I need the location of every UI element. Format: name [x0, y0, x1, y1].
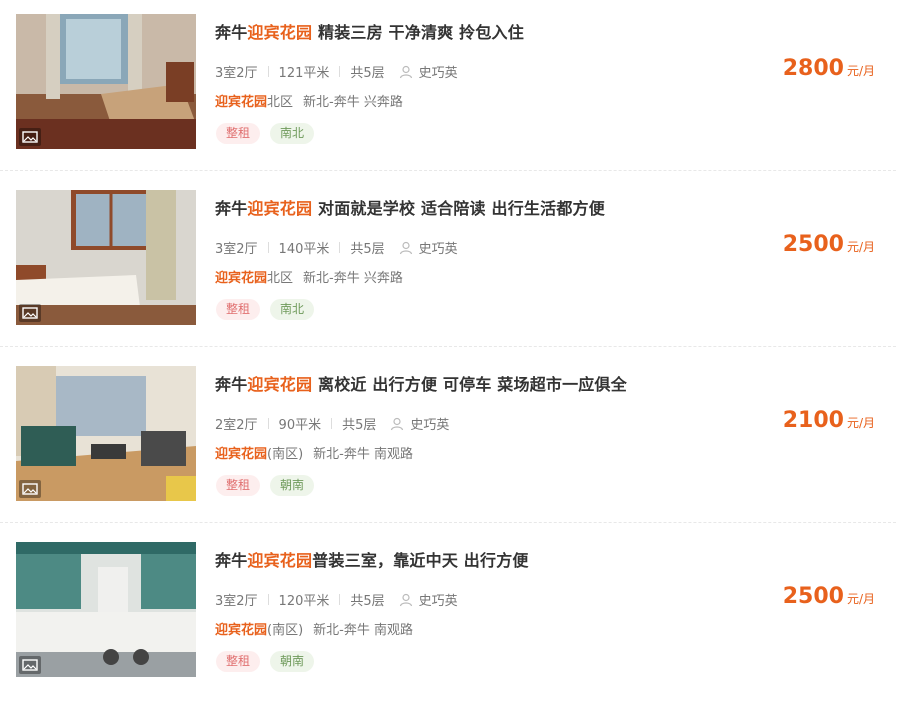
user-icon [390, 417, 404, 431]
listing-meta: 3室2厅 121平米 共5层 史巧英 [215, 62, 458, 81]
listing-address: 迎宾花园北区 新北-奔牛 兴奔路 [215, 95, 403, 110]
listing-title[interactable]: 奔牛迎宾花园 离校近 出行方便 可停车 菜场超市一应俱全 [215, 371, 627, 395]
community-link[interactable]: 迎宾花园 [215, 623, 267, 638]
area: 121平米 [278, 66, 330, 81]
image-icon [19, 480, 41, 498]
agent-name[interactable]: 史巧英 [419, 238, 458, 257]
listing-tags: 整租 南北 [216, 299, 324, 320]
listing-title[interactable]: 奔牛迎宾花园普装三室，靠近中天 出行方便 [215, 547, 529, 571]
listing-price: 2800 元/月 [782, 56, 875, 81]
listing-meta: 3室2厅 140平米 共5层 史巧英 [215, 238, 458, 257]
listing-address: 迎宾花园(南区) 新北-奔牛 南观路 [215, 447, 413, 462]
listing-price: 2500 元/月 [782, 232, 875, 257]
user-icon [399, 65, 413, 79]
divider [0, 170, 896, 171]
rent-type-tag: 整租 [216, 299, 261, 320]
rent-type-tag: 整租 [216, 475, 261, 496]
rent-type-tag: 整租 [216, 123, 261, 144]
listing-title[interactable]: 奔牛迎宾花园 对面就是学校 适合陪读 出行生活都方便 [215, 195, 605, 219]
listing-card[interactable]: 奔牛迎宾花园 离校近 出行方便 可停车 菜场超市一应俱全 2室2厅 90平米 共… [0, 352, 902, 528]
user-icon [399, 593, 413, 607]
community-link[interactable]: 迎宾花园 [215, 271, 267, 286]
listing-tags: 整租 南北 [216, 123, 324, 144]
community-link[interactable]: 迎宾花园 [215, 95, 267, 110]
listing-price: 2500 元/月 [782, 584, 875, 609]
floors: 共5层 [342, 418, 377, 433]
listing-price: 2100 元/月 [782, 408, 875, 433]
community-link[interactable]: 迎宾花园 [215, 447, 267, 462]
rent-type-tag: 整租 [216, 651, 261, 672]
rooms: 2室2厅 [215, 418, 258, 433]
floors: 共5层 [350, 594, 385, 609]
rooms: 3室2厅 [215, 66, 258, 81]
direction-tag: 南北 [270, 299, 315, 320]
direction-tag: 朝南 [270, 475, 315, 496]
listing-meta: 2室2厅 90平米 共5层 史巧英 [215, 414, 449, 433]
floors: 共5层 [350, 66, 385, 81]
listing-tags: 整租 朝南 [216, 651, 324, 672]
direction-tag: 朝南 [270, 651, 315, 672]
rooms: 3室2厅 [215, 594, 258, 609]
divider [0, 522, 896, 523]
agent-name[interactable]: 史巧英 [419, 590, 458, 609]
area: 90平米 [278, 418, 322, 433]
direction-tag: 南北 [270, 123, 315, 144]
listing-photo[interactable] [16, 366, 196, 501]
listing-meta: 3室2厅 120平米 共5层 史巧英 [215, 590, 458, 609]
listing-photo[interactable] [16, 14, 196, 149]
listing-photo[interactable] [16, 190, 196, 325]
agent-name[interactable]: 史巧英 [419, 62, 458, 81]
image-icon [19, 304, 41, 322]
user-icon [399, 241, 413, 255]
listing-address: 迎宾花园北区 新北-奔牛 兴奔路 [215, 271, 403, 286]
area: 140平米 [278, 242, 330, 257]
image-icon [19, 656, 41, 674]
listing-tags: 整租 朝南 [216, 475, 324, 496]
listing-address: 迎宾花园(南区) 新北-奔牛 南观路 [215, 623, 413, 638]
rooms: 3室2厅 [215, 242, 258, 257]
floors: 共5层 [350, 242, 385, 257]
listing-title[interactable]: 奔牛迎宾花园 精装三房 干净清爽 拎包入住 [215, 19, 524, 43]
divider [0, 346, 896, 347]
listing-card[interactable]: 奔牛迎宾花园 对面就是学校 适合陪读 出行生活都方便 3室2厅 140平米 共5… [0, 176, 902, 352]
agent-name[interactable]: 史巧英 [410, 414, 449, 433]
listing-list: 奔牛迎宾花园 精装三房 干净清爽 拎包入住 3室2厅 121平米 共5层 史巧英… [0, 0, 902, 688]
listing-card[interactable]: 奔牛迎宾花园普装三室，靠近中天 出行方便 3室2厅 120平米 共5层 史巧英 … [0, 528, 902, 704]
image-icon [19, 128, 41, 146]
area: 120平米 [278, 594, 330, 609]
listing-card[interactable]: 奔牛迎宾花园 精装三房 干净清爽 拎包入住 3室2厅 121平米 共5层 史巧英… [0, 0, 902, 176]
listing-photo[interactable] [16, 542, 196, 677]
